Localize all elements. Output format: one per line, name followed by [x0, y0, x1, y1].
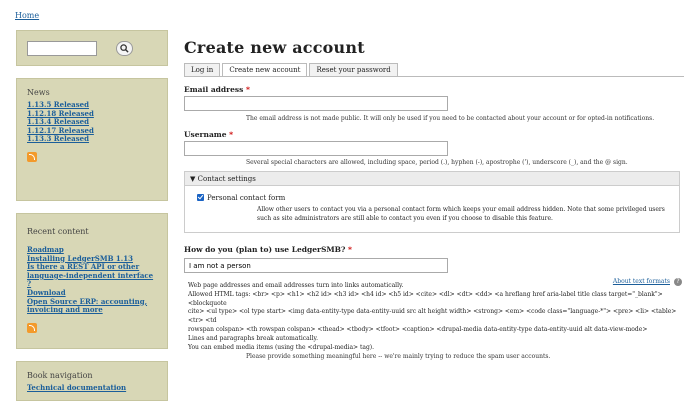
tab-reset-password[interactable]: Reset your password: [309, 63, 398, 77]
triangle-down-icon: ▼: [190, 175, 196, 183]
account-tabs: Log in Create new account Reset your pas…: [184, 63, 400, 77]
tab-create-account[interactable]: Create new account: [222, 63, 308, 77]
search-input[interactable]: [27, 41, 97, 56]
personal-contact-checkbox[interactable]: [197, 194, 204, 201]
format-line: rowspan colspan> <th rowspan colspan> <t…: [188, 325, 648, 333]
list-item: Technical documentation: [27, 383, 157, 393]
search-button[interactable]: [116, 41, 133, 56]
required-marker: *: [245, 85, 250, 94]
search-block: [16, 30, 168, 66]
format-line: Lines and paragraphs break automatically…: [188, 334, 319, 342]
plan-label-text: How do you (plan to) use LedgerSMB?: [184, 245, 346, 254]
contact-settings-toggle[interactable]: ▼ Contact settings: [185, 172, 679, 186]
personal-contact-description: Allow other users to contact you via a p…: [257, 206, 665, 222]
required-marker: *: [229, 130, 234, 139]
page-title: Create new account: [184, 38, 365, 57]
contact-settings-legend: Contact settings: [197, 175, 256, 183]
list-item: Is there a REST API or other language-in…: [27, 262, 157, 289]
news-list: 1.13.5 Released 1.12.18 Released 1.13.4 …: [17, 100, 167, 144]
email-field[interactable]: [184, 96, 448, 111]
sidebar: News 1.13.5 Released 1.12.18 Released 1.…: [16, 30, 168, 413]
plan-label: How do you (plan to) use LedgerSMB? *: [184, 245, 352, 254]
email-label: Email address *: [184, 85, 250, 94]
search-icon: [120, 44, 129, 53]
format-line: Allowed HTML tags: <br> <p> <h1> <h2 id>…: [188, 290, 663, 307]
plan-description: Please provide something meaningful here…: [246, 353, 551, 360]
recent-link[interactable]: Open Source ERP: accounting, invoicing a…: [27, 297, 147, 315]
email-description: The email address is not made public. It…: [246, 115, 655, 122]
format-line: You can embed media items (using the <dr…: [188, 343, 375, 351]
breadcrumb-home-link[interactable]: Home: [15, 11, 39, 20]
help-icon[interactable]: ?: [674, 278, 682, 286]
about-text-formats-link[interactable]: About text formats: [613, 278, 670, 285]
list-item: 1.13.3 Released: [27, 135, 157, 144]
rss-feed-icon[interactable]: [27, 151, 37, 162]
text-format-help: Web page addresses and email addresses t…: [184, 276, 684, 351]
breadcrumb: Home: [15, 11, 39, 20]
email-label-text: Email address: [184, 85, 244, 94]
username-label: Username *: [184, 130, 233, 139]
plan-field[interactable]: [184, 258, 448, 273]
news-link[interactable]: 1.13.3 Released: [27, 134, 89, 144]
list-item: Open Source ERP: accounting, invoicing a…: [27, 297, 157, 315]
username-field[interactable]: [184, 141, 448, 156]
news-block: News 1.13.5 Released 1.12.18 Released 1.…: [16, 78, 168, 201]
recent-content-list: Roadmap Installing LedgerSMB 1.13 Is the…: [17, 245, 167, 315]
username-description: Several special characters are allowed, …: [246, 159, 628, 166]
format-line: Web page addresses and email addresses t…: [188, 282, 404, 289]
username-label-text: Username: [184, 130, 227, 139]
book-navigation-title: Book navigation: [27, 371, 93, 380]
book-link[interactable]: Technical documentation: [27, 383, 126, 392]
news-title: News: [27, 88, 50, 97]
recent-content-block: Recent content Roadmap Installing Ledger…: [16, 213, 168, 349]
tab-divider: [184, 76, 684, 77]
main-content: Create new account Log in Create new acc…: [184, 38, 684, 360]
required-marker: *: [348, 245, 352, 254]
recent-link[interactable]: Is there a REST API or other language-in…: [27, 262, 153, 288]
tab-log-in[interactable]: Log in: [184, 63, 221, 77]
contact-settings-fieldset: ▼ Contact settings Personal contact form…: [184, 171, 680, 233]
format-line: cite> <ul type> <ol type start> <img dat…: [188, 308, 677, 325]
book-navigation-list: Technical documentation: [17, 383, 167, 393]
rss-feed-icon[interactable]: [27, 322, 37, 333]
book-navigation-block: Book navigation Technical documentation: [16, 361, 168, 401]
personal-contact-label: Personal contact form: [207, 194, 286, 202]
recent-content-title: Recent content: [27, 227, 89, 236]
